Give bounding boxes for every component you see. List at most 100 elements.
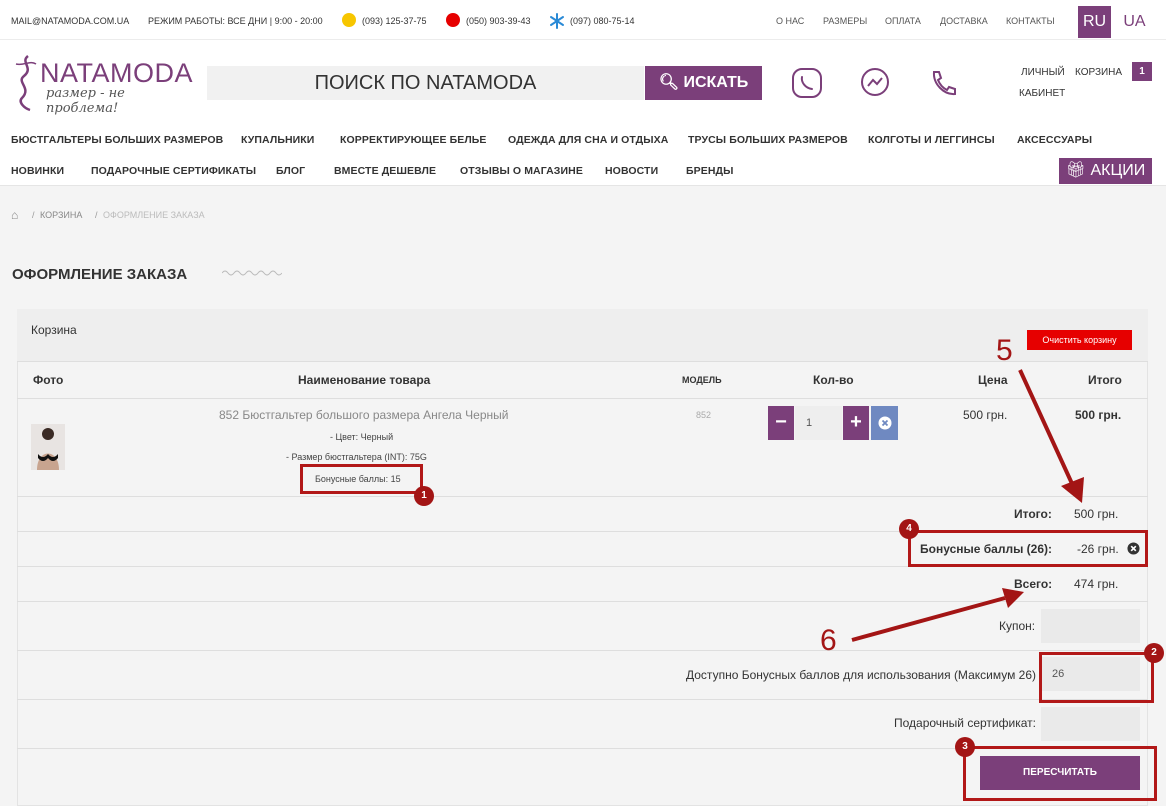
annotation-badge-3: 3 — [955, 737, 975, 757]
search-button-label: ИСКАТЬ — [683, 74, 749, 91]
col-photo: Фото — [33, 373, 64, 387]
menu-item-reviews[interactable]: ОТЗЫВЫ О МАГАЗИНЕ — [460, 165, 583, 177]
gift-icon: 🎁︎ — [1065, 162, 1087, 179]
menu-item-gift-cards[interactable]: ПОДАРОЧНЫЕ СЕРТИФИКАТЫ — [91, 165, 256, 177]
breadcrumb-sep-1: / — [32, 210, 35, 220]
nav-delivery[interactable]: ДОСТАВКА — [940, 16, 988, 26]
nav-about[interactable]: О НАС — [776, 16, 804, 26]
nav-contacts[interactable]: КОНТАКТЫ — [1006, 16, 1055, 26]
qty-input[interactable]: 1 — [795, 406, 842, 440]
site-logo[interactable]: NATAMODA размер - не проблема! — [10, 52, 195, 116]
qty-decrease-button[interactable]: − — [768, 406, 794, 440]
working-hours: РЕЖИМ РАБОТЫ: ВСЕ ДНИ | 9:00 - 20:00 — [148, 16, 323, 26]
menu-item-panties[interactable]: ТРУСЫ БОЛЬШИХ РАЗМЕРОВ — [688, 134, 848, 146]
product-model: 852 — [696, 410, 712, 420]
phone-icon[interactable] — [926, 66, 960, 100]
breadcrumb-sep-2: / — [95, 210, 98, 220]
close-circle-icon — [878, 416, 891, 430]
menu-item-tights[interactable]: КОЛГОТЫ И ЛЕГГИНСЫ — [868, 134, 995, 146]
search-button[interactable]: 🔍︎ ИСКАТЬ — [645, 66, 762, 100]
account-link-line2[interactable]: КАБИНЕТ — [1019, 88, 1065, 99]
messenger-icon[interactable] — [858, 66, 892, 100]
lifecell-icon — [342, 13, 356, 27]
menu-item-brands[interactable]: БРЕНДЫ — [686, 165, 734, 177]
menu-item-bras[interactable]: БЮСТГАЛЬТЕРЫ БОЛЬШИХ РАЗМЕРОВ — [11, 134, 223, 146]
menu-item-sleepwear[interactable]: ОДЕЖДА ДЛЯ СНА И ОТДЫХА — [508, 134, 668, 146]
clear-cart-button[interactable]: Очистить корзину — [1027, 330, 1132, 350]
account-link-line1[interactable]: ЛИЧНЫЙ — [1021, 67, 1065, 78]
row-divider — [17, 361, 1148, 362]
annotation-box-3 — [963, 746, 1157, 801]
menu-item-bundles[interactable]: ВМЕСТЕ ДЕШЕВЛЕ — [334, 165, 436, 177]
phone-2[interactable]: (050) 903-39-43 — [466, 16, 531, 26]
menu-item-shapewear[interactable]: КОРРЕКТИРУЮЩЕЕ БЕЛЬЕ — [340, 134, 487, 146]
nav-sizes[interactable]: РАЗМЕРЫ — [823, 16, 867, 26]
subtotal-label: Итого: — [1014, 507, 1052, 521]
menu-item-accessories[interactable]: АКСЕССУАРЫ — [1017, 134, 1092, 146]
kyivstar-icon — [549, 13, 564, 29]
phone-1[interactable]: (093) 125-37-75 — [362, 16, 427, 26]
contact-email[interactable]: MAIL@NATAMODA.COM.UA — [11, 16, 129, 26]
row-divider — [17, 601, 1148, 602]
top-bar: MAIL@NATAMODA.COM.UA РЕЖИМ РАБОТЫ: ВСЕ Д… — [0, 0, 1166, 40]
menu-item-news[interactable]: НОВОСТИ — [605, 165, 658, 177]
col-price: Цена — [978, 373, 1008, 387]
promo-label: АКЦИИ — [1090, 162, 1146, 179]
col-name: Наименование товара — [298, 373, 431, 387]
breadcrumb-current: ОФОРМЛЕНИЕ ЗАКАЗА — [103, 210, 205, 220]
page-title: ОФОРМЛЕНИЕ ЗАКАЗА — [12, 266, 188, 283]
viber-icon[interactable] — [790, 66, 824, 100]
search-input[interactable]: ПОИСК ПО NATAMODA — [207, 66, 644, 100]
row-divider — [17, 496, 1148, 497]
search-icon: 🔍︎ — [658, 74, 679, 91]
annotation-box-2 — [1039, 652, 1154, 703]
annotation-number-5: 5 — [996, 334, 1013, 367]
cart-count-badge[interactable]: 1 — [1132, 62, 1152, 81]
lang-ru-button[interactable]: RU — [1078, 6, 1111, 38]
subtotal-value: 500 грн. — [1074, 507, 1119, 521]
row-divider — [17, 650, 1148, 651]
home-icon[interactable]: ⌂ — [11, 208, 18, 222]
col-qty: Кол-во — [813, 373, 854, 387]
product-price: 500 грн. — [963, 408, 1008, 422]
lang-ua-button[interactable]: UA — [1118, 6, 1151, 38]
logo-figure-icon — [15, 55, 37, 112]
menu-item-blog[interactable]: БЛОГ — [276, 165, 305, 177]
annotation-box-4 — [908, 530, 1148, 567]
annotation-badge-4: 4 — [899, 519, 919, 539]
product-size: - Размер бюстгальтера (INT): 75G — [286, 452, 427, 462]
row-divider — [17, 398, 1148, 399]
cart-panel-header — [17, 309, 1148, 361]
phone-3[interactable]: (097) 080-75-14 — [570, 16, 635, 26]
nav-payment[interactable]: ОПЛАТА — [885, 16, 921, 26]
vodafone-icon — [446, 13, 460, 27]
product-name-link[interactable]: 852 Бюстгальтер большого размера Ангела … — [219, 408, 508, 422]
breadcrumb-cart[interactable]: КОРЗИНА — [40, 210, 82, 220]
logo-slogan: размер - не проблема! — [46, 86, 125, 116]
gift-cert-input[interactable] — [1041, 707, 1140, 741]
logo-brand-text: NATAMODA — [40, 58, 194, 88]
product-thumbnail[interactable] — [31, 424, 65, 470]
qty-increase-button[interactable]: + — [843, 406, 869, 440]
menu-item-swimwear[interactable]: КУПАЛЬНИКИ — [241, 134, 314, 146]
coupon-input[interactable] — [1041, 609, 1140, 643]
annotation-badge-1: 1 — [414, 486, 434, 506]
grand-total-label: Всего: — [1014, 577, 1053, 591]
annotation-number-6: 6 — [820, 624, 837, 657]
cart-link[interactable]: КОРЗИНА — [1075, 67, 1122, 78]
annotation-box-1 — [300, 464, 423, 494]
cart-panel-title: Корзина — [31, 323, 77, 337]
promo-button[interactable]: 🎁︎ АКЦИИ — [1059, 158, 1152, 184]
row-divider — [17, 699, 1148, 700]
col-total: Итого — [1088, 373, 1122, 387]
grand-total-value: 474 грн. — [1074, 577, 1119, 591]
remove-item-button[interactable] — [871, 406, 898, 440]
product-color: - Цвет: Черный — [330, 432, 394, 442]
coupon-label: Купон: — [999, 619, 1036, 633]
product-total: 500 грн. — [1075, 408, 1122, 422]
bonus-points-label: Доступно Бонусных баллов для использован… — [686, 668, 1037, 682]
gift-cert-label: Подарочный сертификат: — [894, 716, 1036, 730]
annotation-badge-2: 2 — [1144, 643, 1164, 663]
title-wave-decoration — [222, 270, 282, 276]
menu-item-new[interactable]: НОВИНКИ — [11, 165, 64, 177]
